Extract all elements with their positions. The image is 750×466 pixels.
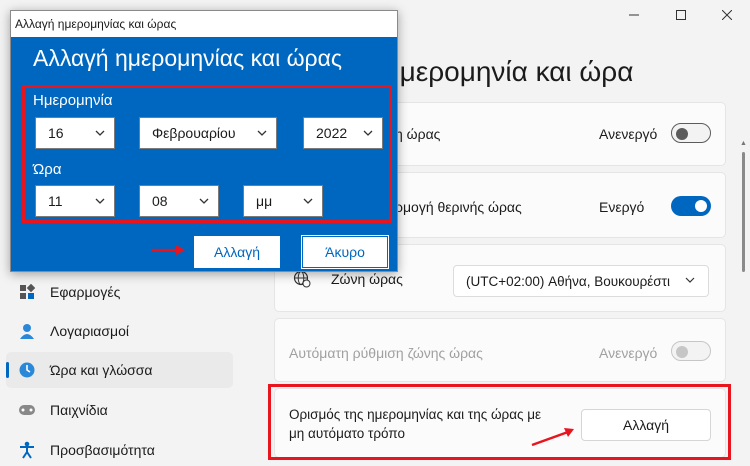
- timezone-select[interactable]: (UTC+02:00) Αθήνα, Βουκουρέστι: [453, 265, 709, 297]
- auto-time-label: η ώρας: [395, 126, 441, 142]
- dst-state: Ενεργό: [599, 199, 645, 215]
- change-date-time-dialog: Αλλαγή ημερομηνίας και ώρας Αλλαγή ημερο…: [10, 10, 398, 272]
- time-language-icon: [18, 361, 36, 379]
- auto-time-toggle[interactable]: [671, 123, 711, 143]
- sidebar-item-gaming[interactable]: Παιχνίδια: [6, 392, 233, 428]
- chevron-down-icon: [94, 194, 106, 210]
- manual-set-label-line2: μη αυτόματο τρόπο: [289, 426, 406, 441]
- scroll-up-icon[interactable]: ▲: [740, 140, 747, 147]
- minute-value: 08: [152, 193, 168, 209]
- sidebar-item-apps[interactable]: Εφαρμογές: [6, 274, 233, 310]
- maximize-icon: [676, 10, 686, 20]
- sidebar-item-accounts[interactable]: Λογαριασμοί: [6, 313, 233, 349]
- dialog-heading: Αλλαγή ημερομηνίας και ώρας: [33, 45, 343, 71]
- person-icon: [18, 322, 36, 340]
- sidebar-item-time-language[interactable]: Ώρα και γλώσσα: [6, 352, 233, 388]
- page-title: ημερομηνία και ώρα: [384, 56, 634, 87]
- timezone-label: Ζώνη ώρας: [331, 271, 403, 287]
- chevron-down-icon: [198, 194, 210, 210]
- manual-set-label-line1: Ορισμός της ημερομηνίας και της ώρας με: [289, 407, 542, 422]
- change-date-time-button[interactable]: Αλλαγή: [581, 409, 711, 441]
- minute-select[interactable]: 08: [139, 185, 219, 217]
- auto-timezone-label: Αυτόματη ρύθμιση ζώνης ώρας: [289, 345, 483, 361]
- sidebar-item-label: Εφαρμογές: [50, 284, 121, 300]
- window-controls: [611, 0, 750, 30]
- cancel-button[interactable]: Άκυρο: [301, 235, 389, 269]
- close-icon: [722, 10, 732, 20]
- sidebar-item-label: Ώρα και γλώσσα: [50, 362, 153, 378]
- minimize-icon: [629, 14, 639, 16]
- dialog-titlebar: Αλλαγή ημερομηνίας και ώρας: [11, 11, 397, 37]
- close-button[interactable]: [704, 0, 750, 30]
- auto-timezone-state: Ανενεργό: [599, 345, 658, 361]
- arrow-icon: [151, 245, 185, 255]
- dst-label: ρμογή θερινής ώρας: [395, 199, 522, 215]
- card-auto-timezone: Αυτόματη ρύθμιση ζώνης ώρας Ανενεργό: [274, 318, 726, 382]
- day-value: 16: [48, 125, 64, 141]
- toggle-knob: [695, 200, 707, 212]
- sidebar-item-label: Παιχνίδια: [50, 402, 108, 418]
- minimize-button[interactable]: [611, 0, 657, 30]
- sidebar-item-label: Λογαριασμοί: [50, 323, 130, 339]
- date-label: Ημερομηνία: [33, 92, 113, 109]
- month-value: Φεβρουαρίου: [152, 125, 236, 141]
- gamepad-icon: [18, 401, 36, 419]
- day-select[interactable]: 16: [35, 117, 115, 149]
- ampm-value: μμ: [256, 193, 273, 209]
- ok-change-button[interactable]: Αλλαγή: [193, 235, 281, 269]
- year-select[interactable]: 2022: [303, 117, 383, 149]
- year-value: 2022: [316, 125, 348, 141]
- chevron-down-icon: [94, 126, 106, 142]
- globe-clock-icon: [293, 270, 311, 293]
- scrollbar[interactable]: [742, 152, 745, 272]
- chevron-down-icon: [684, 274, 696, 289]
- chevron-down-icon: [256, 126, 268, 142]
- ampm-select[interactable]: μμ: [243, 185, 323, 217]
- dst-toggle[interactable]: [671, 196, 711, 216]
- apps-icon: [18, 283, 36, 301]
- toggle-knob: [676, 128, 688, 140]
- auto-timezone-toggle[interactable]: [671, 341, 711, 361]
- sidebar-item-label: Προσβασιμότητα: [50, 442, 155, 458]
- timezone-value: (UTC+02:00) Αθήνα, Βουκουρέστι: [466, 273, 670, 289]
- time-label: Ώρα: [33, 161, 62, 178]
- hour-value: 11: [48, 193, 63, 209]
- accessibility-icon: [18, 441, 36, 459]
- active-indicator: [6, 362, 9, 378]
- maximize-button[interactable]: [658, 0, 704, 30]
- month-select[interactable]: Φεβρουαρίου: [139, 117, 277, 149]
- sidebar-item-accessibility[interactable]: Προσβασιμότητα: [6, 432, 233, 466]
- chevron-down-icon: [302, 194, 314, 210]
- card-manual-set: Ορισμός της ημερομηνίας και της ώρας με …: [274, 388, 726, 458]
- chevron-down-icon: [362, 126, 374, 142]
- auto-time-state: Ανενεργό: [599, 126, 658, 142]
- toggle-knob: [676, 346, 688, 358]
- hour-select[interactable]: 11: [35, 185, 115, 217]
